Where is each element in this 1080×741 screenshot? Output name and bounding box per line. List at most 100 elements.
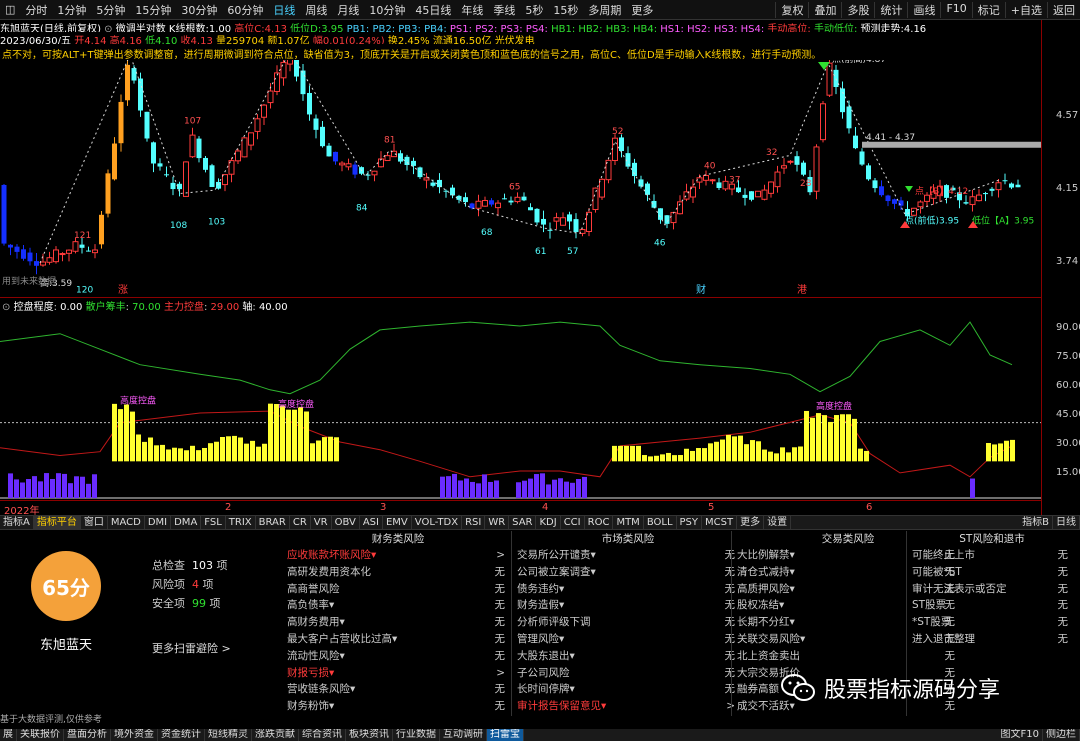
risk-row[interactable]: 管理风险▾ 无 <box>517 631 739 648</box>
bottom-right-0[interactable]: 图文F10 <box>998 729 1043 741</box>
indicator-tab-22[interactable]: BOLL <box>644 516 677 529</box>
period-tab-10[interactable]: 45日线 <box>410 2 456 18</box>
indicator-tab-19[interactable]: CCI <box>561 516 585 529</box>
period-tab-0[interactable]: 分时 <box>20 2 52 18</box>
indicator-tab-1[interactable]: 指标平台 <box>33 516 81 529</box>
toolbar-right-8[interactable]: 返回 <box>1047 1 1080 18</box>
period-tab-13[interactable]: 5秒 <box>520 2 548 18</box>
event-marker[interactable]: 涨 <box>118 284 128 296</box>
control-degree-chart[interactable]: 高度控盘 高度控盘 高度控盘 <box>0 310 1041 500</box>
toolbar-right-4[interactable]: 画线 <box>907 1 940 18</box>
toolbar-right-3[interactable]: 统计 <box>874 1 907 18</box>
tabs-right-0[interactable]: 指标B <box>1019 516 1053 529</box>
period-tab-12[interactable]: 季线 <box>488 2 520 18</box>
risk-row[interactable]: 进入退市整理 无 <box>912 631 1072 648</box>
bottom-tab-11[interactable]: 扫雷宝 <box>487 729 524 741</box>
risk-row[interactable]: 高财务费用▾ 无 <box>287 614 509 631</box>
toolbar-right-0[interactable]: 复权 <box>775 1 808 18</box>
toolbar-right-2[interactable]: 多股 <box>841 1 874 18</box>
risk-row[interactable]: *ST股票 无 <box>912 614 1072 631</box>
risk-row[interactable]: 北上资金卖出 无 <box>737 648 959 665</box>
bottom-tab-3[interactable]: 境外资金 <box>111 729 158 741</box>
indicator-tab-6[interactable]: FSL <box>201 516 226 529</box>
indicator-tab-9[interactable]: CR <box>290 516 311 529</box>
indicator-tab-7[interactable]: TRIX <box>226 516 256 529</box>
risk-row[interactable]: 流动性风险▾ 无 <box>287 648 509 665</box>
bottom-right-1[interactable]: 侧边栏 <box>1043 729 1080 741</box>
indicator-tab-18[interactable]: KDJ <box>536 516 561 529</box>
period-tab-14[interactable]: 15秒 <box>548 2 583 18</box>
risk-row[interactable]: 审计报告保留意见▾> <box>517 698 739 715</box>
period-tab-7[interactable]: 周线 <box>300 2 332 18</box>
indicator-tab-16[interactable]: WR <box>485 516 510 529</box>
kline-chart[interactable]: 1211078165524037322825120108103846861574… <box>0 60 1041 296</box>
period-tab-6[interactable]: 日线 <box>268 2 300 18</box>
indicator-tab-14[interactable]: VOL-TDX <box>412 516 463 529</box>
toolbar-right-5[interactable]: F10 <box>940 1 971 18</box>
period-tab-2[interactable]: 5分钟 <box>91 2 130 18</box>
risk-row[interactable]: 可能终止上市 无 <box>912 547 1072 564</box>
indicator-tab-8[interactable]: BRAR <box>256 516 290 529</box>
risk-row[interactable]: 高负债率▾ 无 <box>287 597 509 614</box>
risk-row[interactable]: 分析师评级下调 无 <box>517 614 739 631</box>
risk-row[interactable]: 财务粉饰▾ 无 <box>287 698 509 715</box>
indicator-tab-5[interactable]: DMA <box>171 516 202 529</box>
bottom-tab-8[interactable]: 板块资讯 <box>346 729 393 741</box>
period-tab-3[interactable]: 15分钟 <box>130 2 176 18</box>
period-tab-1[interactable]: 1分钟 <box>52 2 91 18</box>
bottom-tab-2[interactable]: 盘面分析 <box>64 729 111 741</box>
bottom-tab-0[interactable]: 展 <box>0 729 17 741</box>
risk-row[interactable]: 最大客户占营收比过高▾ 无 <box>287 631 509 648</box>
risk-row[interactable]: 营收链条风险▾ 无 <box>287 681 509 698</box>
bottom-tab-10[interactable]: 互动调研 <box>440 729 487 741</box>
risk-row[interactable]: ST股票 无 <box>912 597 1072 614</box>
period-tab-11[interactable]: 年线 <box>456 2 488 18</box>
tabs-right-1[interactable]: 日线 <box>1053 516 1080 529</box>
bottom-tab-6[interactable]: 涨跌贡献 <box>252 729 299 741</box>
risk-row[interactable]: 高商誉风险 无 <box>287 581 509 598</box>
bottom-tab-5[interactable]: 短线精灵 <box>205 729 252 741</box>
event-marker[interactable]: 财 <box>696 283 706 296</box>
risk-row[interactable]: 长时间停牌▾ 无 <box>517 681 739 698</box>
bottom-tab-7[interactable]: 综合资讯 <box>299 729 346 741</box>
indicator-tab-11[interactable]: OBV <box>332 516 360 529</box>
toolbar-right-1[interactable]: 叠加 <box>808 1 841 18</box>
toolbar-right-6[interactable]: 标记 <box>971 1 1005 18</box>
indicator-tab-26[interactable]: 设置 <box>764 516 792 529</box>
indicator-tab-3[interactable]: MACD <box>108 516 145 529</box>
risk-row[interactable]: 子公司风险 无 <box>517 665 739 682</box>
indicator-tab-15[interactable]: RSI <box>462 516 486 529</box>
indicator-tab-25[interactable]: 更多 <box>737 516 765 529</box>
indicator-tab-17[interactable]: SAR <box>509 516 537 529</box>
risk-row[interactable]: 财务造假▾ 无 <box>517 597 739 614</box>
toolbar-right-7[interactable]: +自选 <box>1004 1 1047 18</box>
event-marker[interactable]: 港 <box>797 284 807 296</box>
indicator-tab-13[interactable]: EMV <box>383 516 412 529</box>
indicator-tab-10[interactable]: VR <box>311 516 332 529</box>
indicator-tab-21[interactable]: MTM <box>613 516 644 529</box>
indicator-tab-24[interactable]: MCST <box>702 516 738 529</box>
risk-row[interactable]: 审计无法表示或否定 无 <box>912 581 1072 598</box>
period-tab-15[interactable]: 多周期 <box>583 2 626 18</box>
indicator-tab-12[interactable]: ASI <box>360 516 383 529</box>
menu-icon[interactable]: ◫ <box>0 3 20 16</box>
period-tab-9[interactable]: 10分钟 <box>364 2 410 18</box>
risk-row[interactable]: 高研发费用资本化 无 <box>287 564 509 581</box>
risk-row[interactable]: 财报亏损▾ > <box>287 665 509 682</box>
risk-row[interactable]: 公司被立案调查▾ 无 <box>517 564 739 581</box>
bottom-tab-1[interactable]: 关联报价 <box>17 729 64 741</box>
bottom-tab-4[interactable]: 资金统计 <box>158 729 205 741</box>
period-tab-5[interactable]: 60分钟 <box>222 2 268 18</box>
period-tab-16[interactable]: 更多 <box>626 2 658 18</box>
period-tab-4[interactable]: 30分钟 <box>176 2 222 18</box>
risk-row[interactable]: 债务违约▾ 无 <box>517 581 739 598</box>
risk-row[interactable]: 应收账款坏账风险▾ > <box>287 547 509 564</box>
indicator-tab-4[interactable]: DMI <box>145 516 172 529</box>
bottom-tab-9[interactable]: 行业数据 <box>393 729 440 741</box>
indicator-tab-2[interactable]: 窗口 <box>81 516 108 529</box>
risk-row[interactable]: 可能被*ST 无 <box>912 564 1072 581</box>
more-scan-link[interactable]: 更多扫雷避险 > <box>152 640 231 656</box>
indicator-tab-23[interactable]: PSY <box>677 516 703 529</box>
risk-row[interactable]: 大股东退出▾ 无 <box>517 648 739 665</box>
indicator-tab-20[interactable]: ROC <box>585 516 614 529</box>
